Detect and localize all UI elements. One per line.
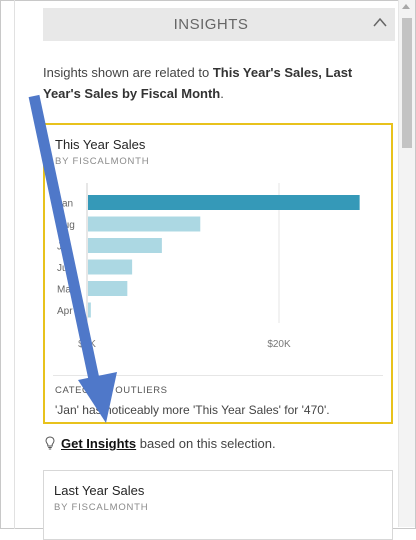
get-insights-link[interactable]: Get Insights xyxy=(61,436,136,451)
category-label: Jun xyxy=(57,263,73,274)
outlier-text: 'Jan' has noticeably more 'This Year Sal… xyxy=(55,403,330,417)
insights-header[interactable]: INSIGHTS xyxy=(43,8,395,41)
insights-description: Insights shown are related to This Year'… xyxy=(43,62,393,104)
category-label: Jul xyxy=(57,242,70,253)
bar-jun[interactable] xyxy=(88,259,133,275)
category-label: Jan xyxy=(57,199,73,210)
card-title: This Year Sales xyxy=(55,137,146,152)
pane-left-divider xyxy=(14,0,15,529)
bar-jan[interactable] xyxy=(88,195,360,210)
category-label: Apr xyxy=(57,306,73,317)
scroll-thumb[interactable] xyxy=(402,18,412,148)
vertical-scrollbar[interactable] xyxy=(398,0,415,527)
insight-card-this-year-sales[interactable]: This Year Sales BY FISCALMONTH Jan Aug Jul… xyxy=(43,123,393,424)
bar-apr[interactable] xyxy=(88,302,91,318)
card-title: Last Year Sales xyxy=(54,483,145,498)
card-subtitle: BY FISCALMONTH xyxy=(54,502,149,513)
category-label: Aug xyxy=(57,220,75,231)
bar-mar[interactable] xyxy=(88,281,128,296)
card-divider xyxy=(53,375,383,376)
lightbulb-icon xyxy=(45,436,55,450)
get-insights-suffix: based on this selection. xyxy=(136,436,276,451)
scroll-up-icon[interactable] xyxy=(402,4,410,9)
bar-chart[interactable]: Jan Aug Jul Jun Mar Apr $0K $20K xyxy=(49,183,385,353)
description-suffix: . xyxy=(220,86,224,101)
collapse-chevron-up-icon[interactable] xyxy=(373,17,387,27)
outlier-label: CATEGORY OUTLIERS xyxy=(55,385,168,396)
card-subtitle: BY FISCALMONTH xyxy=(55,156,150,167)
description-prefix: Insights shown are related to xyxy=(43,65,213,80)
category-label: Mar xyxy=(57,285,75,296)
insight-card-last-year-sales[interactable]: Last Year Sales BY FISCALMONTH xyxy=(43,470,393,540)
x-tick-label: $0K xyxy=(78,339,96,350)
get-insights-line: Get Insights based on this selection. xyxy=(45,436,276,451)
insights-header-title: INSIGHTS xyxy=(173,16,249,33)
x-tick-label: $20K xyxy=(267,339,291,350)
bar-aug[interactable] xyxy=(88,216,201,232)
bar-jul[interactable] xyxy=(88,238,162,253)
